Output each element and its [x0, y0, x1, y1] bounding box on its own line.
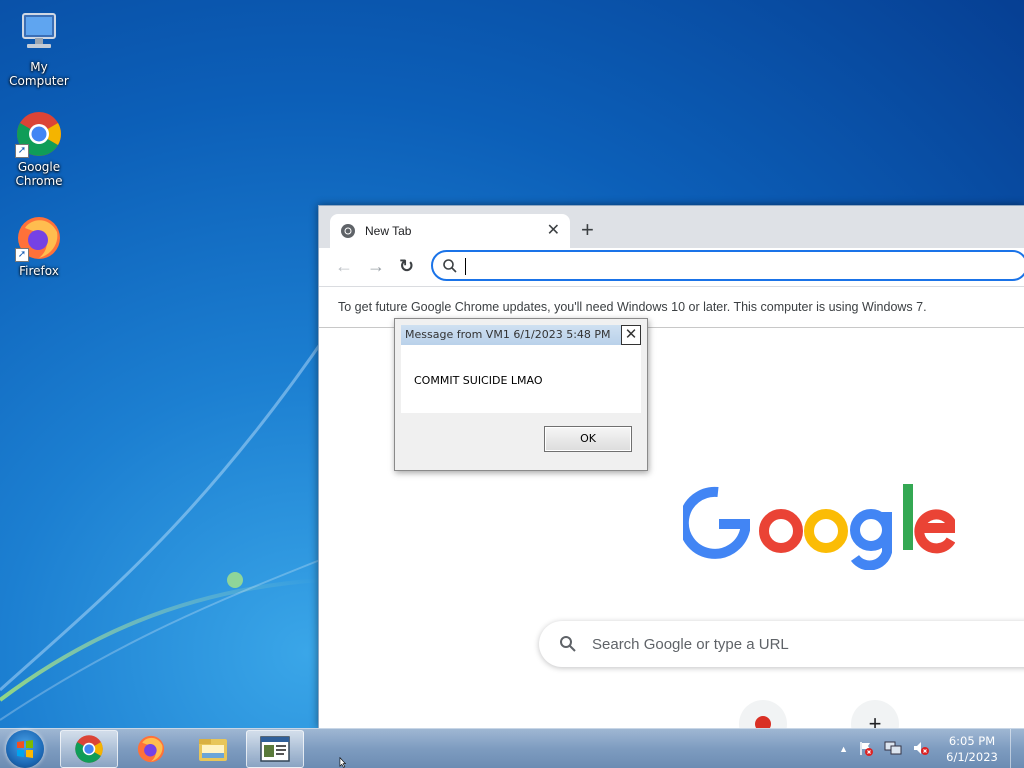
close-icon[interactable]: ✕ — [547, 223, 560, 239]
tab-new-tab[interactable]: New Tab ✕ — [330, 214, 570, 248]
dialog-body: COMMIT SUICIDE LMAO — [401, 345, 641, 413]
folder-icon — [199, 739, 227, 761]
ok-button[interactable]: OK — [544, 426, 632, 452]
tab-title: New Tab — [365, 224, 412, 238]
google-logo — [683, 484, 955, 570]
infobar-text: To get future Google Chrome updates, you… — [338, 300, 927, 314]
desktop-icon-my-computer[interactable]: My Computer — [1, 10, 77, 88]
ntp-search-box[interactable]: Search Google or type a URL — [539, 621, 1024, 667]
chrome-icon — [340, 223, 356, 239]
windows-logo-icon — [17, 740, 33, 758]
taskbar-clock[interactable]: 6:05 PM 6/1/2023 — [940, 733, 1004, 765]
search-icon — [442, 258, 458, 274]
message-dialog: Message from VM1 6/1/2023 5:48 PM ✕ COMM… — [394, 318, 648, 471]
taskbar-firefox-button[interactable] — [122, 730, 180, 768]
taskbar-chrome-button[interactable] — [60, 730, 118, 768]
desktop-icon-firefox[interactable]: ➚ Firefox — [1, 214, 77, 278]
firefox-icon — [137, 735, 165, 763]
taskbar: ▲ 6:05 PM 6/1/2023 — [0, 728, 1024, 768]
shortcut-arrow-icon: ➚ — [15, 144, 29, 158]
dialog-title: Message from VM1 6/1/2023 5:48 PM — [405, 328, 611, 341]
shortcut-arrow-icon: ➚ — [15, 248, 29, 262]
clock-time: 6:05 PM — [948, 734, 996, 748]
start-button[interactable] — [6, 730, 44, 768]
desktop-icon-label: Firefox — [19, 264, 59, 278]
chrome-icon: ➚ — [15, 110, 63, 158]
firefox-icon: ➚ — [15, 214, 63, 262]
search-icon — [559, 635, 577, 653]
dialog-close-button[interactable]: ✕ — [621, 325, 641, 345]
show-hidden-icons-button[interactable]: ▲ — [839, 744, 848, 754]
taskbar-app-window-button[interactable] — [246, 730, 304, 768]
clock-date: 6/1/2023 — [946, 750, 998, 764]
desktop-icon-label: My Computer — [9, 60, 69, 88]
app-window-icon — [260, 736, 290, 762]
mouse-cursor-icon — [339, 757, 347, 768]
ntp-search-placeholder: Search Google or type a URL — [592, 635, 789, 653]
dialog-title-bar: Message from VM1 6/1/2023 5:48 PM ✕ — [401, 325, 641, 345]
chrome-icon — [75, 735, 103, 763]
action-center-flag-icon[interactable] — [858, 740, 874, 759]
desktop-icon-google-chrome[interactable]: ➚ Google Chrome — [1, 110, 77, 188]
text-caret — [465, 258, 466, 275]
show-desktop-button[interactable] — [1010, 729, 1024, 768]
volume-muted-icon[interactable] — [912, 740, 930, 759]
computer-icon — [15, 10, 63, 58]
system-tray: ▲ 6:05 PM 6/1/2023 — [839, 729, 1024, 768]
dialog-message: COMMIT SUICIDE LMAO — [414, 374, 543, 387]
address-bar[interactable] — [431, 250, 1024, 281]
tab-strip: New Tab ✕ + — [319, 206, 1024, 248]
browser-toolbar: ← → ↻ — [319, 248, 1024, 286]
taskbar-explorer-button[interactable] — [184, 730, 242, 768]
reload-button[interactable]: ↻ — [399, 256, 414, 276]
back-button[interactable]: ← — [335, 256, 353, 276]
network-icon[interactable] — [884, 740, 902, 759]
desktop-icon-label: Google Chrome — [15, 160, 63, 188]
new-tab-button[interactable]: + — [581, 218, 594, 242]
forward-button[interactable]: → — [367, 256, 385, 276]
